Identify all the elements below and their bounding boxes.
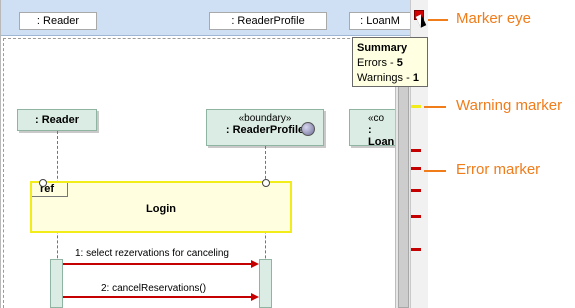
activation-readerprofile[interactable] — [259, 259, 272, 308]
error-marker-1[interactable] — [411, 149, 421, 152]
summary-errors-label: Errors - — [357, 57, 397, 69]
message-1-label: 1: select rezervations for canceling — [75, 248, 229, 259]
ref-tag: ref — [32, 183, 68, 197]
ref-title: Login — [146, 203, 176, 215]
message-1-arrowhead — [251, 260, 259, 268]
lifeline-reader[interactable]: : Reader — [17, 109, 97, 131]
callout-warning-marker: Warning marker — [456, 97, 563, 114]
error-marker-3[interactable] — [411, 189, 421, 192]
lifeline-readerprofile[interactable]: «boundary» : ReaderProfile — [206, 109, 324, 146]
summary-tooltip: Summary Errors - 5 Warnings - 1 — [352, 37, 428, 87]
callout-line-marker-eye — [428, 19, 448, 21]
boundary-icon — [301, 122, 315, 136]
ref-connector-dot-left — [39, 179, 47, 187]
error-marker-2[interactable] — [411, 167, 421, 170]
header-lifeline-loanm[interactable]: : LoanM — [349, 12, 411, 30]
lifeline-reader-label: : Reader — [34, 114, 80, 126]
message-2-arrowhead — [251, 293, 259, 301]
interaction-use-login[interactable]: ref Login — [30, 181, 292, 233]
message-2-line[interactable] — [63, 296, 251, 298]
message-1-line[interactable] — [63, 263, 251, 265]
summary-errors-value: 5 — [396, 57, 403, 69]
message-2-label: 2: cancelReservations() — [101, 283, 207, 294]
header-lifeline-reader[interactable]: : Reader — [19, 12, 97, 30]
ref-connector-dot-right — [262, 179, 270, 187]
summary-warnings-value: 1 — [412, 72, 419, 84]
error-marker-4[interactable] — [411, 215, 421, 218]
header-lifeline-readerprofile[interactable]: : ReaderProfile — [209, 12, 327, 30]
callout-line-error-marker — [424, 170, 446, 172]
error-marker-5[interactable] — [411, 248, 421, 251]
activation-reader[interactable] — [50, 259, 63, 308]
scrollbar-thumb[interactable] — [398, 76, 409, 308]
callout-error-marker: Error marker — [456, 161, 541, 178]
warning-marker[interactable] — [411, 105, 421, 108]
summary-warnings-label: Warnings - — [357, 72, 413, 84]
callout-line-warning-marker — [424, 106, 446, 108]
summary-title: Summary — [357, 42, 408, 54]
lifeline-readerprofile-label: : ReaderProfile — [225, 124, 305, 136]
callout-marker-eye: Marker eye — [456, 10, 532, 27]
lifeline-header-bar: : Reader : ReaderProfile : LoanM — [1, 0, 428, 36]
